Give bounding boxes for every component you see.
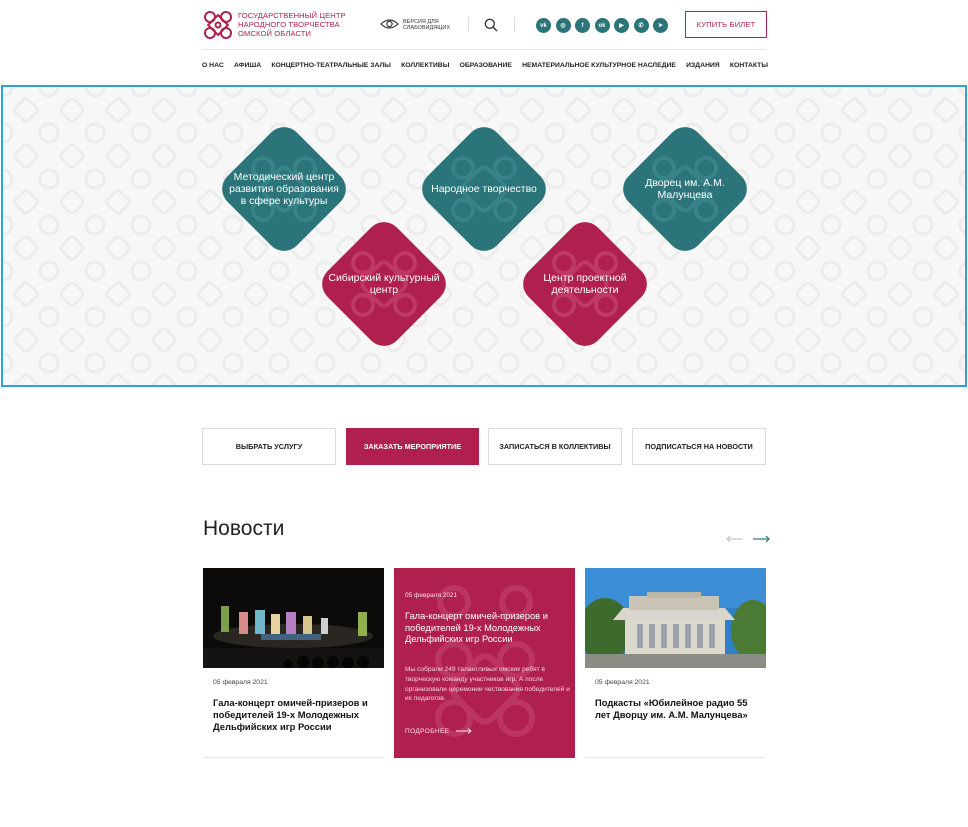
arrow-right-icon[interactable] [752, 535, 770, 543]
whatsapp-icon[interactable]: ✆ [633, 18, 649, 33]
facebook-icon[interactable]: f [575, 18, 590, 33]
news-card-image [203, 568, 384, 668]
buy-ticket-button[interactable]: КУПИТЬ БИЛЕТ [685, 11, 767, 38]
news-card-title[interactable]: Гала-концерт омичей-призеров и победител… [405, 611, 570, 646]
main-nav: О НАС АФИША КОНЦЕРТНО-ТЕАТРАЛЬНЫЕ ЗАЛЫ К… [202, 62, 768, 69]
vk-icon[interactable]: vk [536, 18, 551, 33]
youtube-icon[interactable]: ▶ [614, 18, 629, 33]
arrow-left-icon[interactable] [726, 535, 744, 543]
logo-line: ГОСУДАРСТВЕННЫЙ ЦЕНТР [238, 11, 346, 20]
news-carousel-arrows [726, 535, 770, 543]
logo-line: НАРОДНОГО ТВОРЧЕСТВА [238, 20, 340, 29]
hero-section: Методический центр развития образования … [1, 85, 967, 387]
logo-emblem-icon [204, 11, 232, 39]
divider [203, 757, 384, 758]
nav-item-publications[interactable]: ИЗДАНИЯ [686, 62, 720, 69]
read-more-link[interactable]: ПОДРОБНЕЕ [405, 728, 472, 735]
accessibility-version-link[interactable]: ВЕРСИЯ ДЛЯ СЛАБОВИДЯЩИХ [403, 19, 450, 32]
telegram-icon[interactable]: ➤ [653, 18, 668, 33]
news-card-date: 05 февраля 2021 [595, 679, 650, 686]
nav-item-education[interactable]: ОБРАЗОВАНИЕ [460, 62, 512, 69]
news-card-featured[interactable]: 05 февраля 2021 Гала-концерт омичей-приз… [394, 568, 575, 758]
news-card-title[interactable]: Подкасты «Юбилейное радио 55 лет Дворцу … [595, 697, 755, 721]
action-buttons: ВЫБРАТЬ УСЛУГУ ЗАКАЗАТЬ МЕРОПРИЯТИЕ ЗАПИ… [202, 428, 766, 465]
choose-service-button[interactable]: ВЫБРАТЬ УСЛУГУ [202, 428, 336, 465]
nav-item-collectives[interactable]: КОЛЛЕКТИВЫ [401, 62, 449, 69]
news-card[interactable] [203, 568, 384, 668]
nav-item-halls[interactable]: КОНЦЕРТНО-ТЕАТРАЛЬНЫЕ ЗАЛЫ [271, 62, 391, 69]
order-event-button[interactable]: ЗАКАЗАТЬ МЕРОПРИЯТИЕ [346, 428, 479, 465]
subscribe-news-button[interactable]: ПОДПИСАТЬСЯ НА НОВОСТИ [632, 428, 766, 465]
news-card-image [585, 568, 766, 668]
nav-item-heritage[interactable]: НЕМАТЕРИАЛЬНОЕ КУЛЬТУРНОЕ НАСЛЕДИЕ [522, 62, 676, 69]
divider [585, 757, 766, 758]
news-heading: Новости [203, 517, 285, 540]
arrow-right-icon [455, 728, 472, 735]
site-logo[interactable]: ГОСУДАРСТВЕННЫЙ ЦЕНТР НАРОДНОГО ТВОРЧЕСТ… [202, 9, 372, 41]
logo-text: ГОСУДАРСТВЕННЫЙ ЦЕНТР НАРОДНОГО ТВОРЧЕСТ… [238, 11, 346, 38]
eye-icon[interactable] [380, 18, 399, 30]
accessibility-line: СЛАБОВИДЯЩИХ [403, 25, 450, 32]
tile-siberian-center[interactable]: Сибирский культурный центр [303, 203, 465, 365]
join-collectives-button[interactable]: ЗАПИСАТЬСЯ В КОЛЛЕКТИВЫ [488, 428, 622, 465]
search-icon[interactable] [484, 18, 498, 32]
news-card-excerpt: Мы собрали 249 талантливых омских ребят … [405, 666, 570, 703]
news-card-date: 05 февраля 2021 [213, 679, 268, 686]
nav-item-contacts[interactable]: КОНТАКТЫ [730, 62, 768, 69]
social-links: vk ◎ f ok ▶ ✆ ➤ [536, 18, 668, 33]
divider [514, 17, 515, 32]
nav-item-about[interactable]: О НАС [202, 62, 224, 69]
tile-project-center[interactable]: Центр проектной деятельности [504, 203, 666, 365]
tile-label: Сибирский культурный центр [328, 271, 440, 296]
divider [468, 17, 469, 32]
nav-item-afisha[interactable]: АФИША [234, 62, 261, 69]
news-card[interactable] [585, 568, 766, 668]
instagram-icon[interactable]: ◎ [555, 18, 571, 33]
news-card-date: 05 февраля 2021 [405, 592, 458, 599]
site-header: ГОСУДАРСТВЕННЫЙ ЦЕНТР НАРОДНОГО ТВОРЧЕСТ… [202, 0, 767, 50]
read-more-label: ПОДРОБНЕЕ [405, 728, 450, 735]
tile-label: Центр проектной деятельности [543, 271, 627, 296]
odnoklassniki-icon[interactable]: ok [594, 18, 610, 33]
logo-line: ОМСКОЙ ОБЛАСТИ [238, 29, 312, 38]
news-card-title[interactable]: Гала-концерт омичей-призеров и победител… [213, 697, 378, 733]
